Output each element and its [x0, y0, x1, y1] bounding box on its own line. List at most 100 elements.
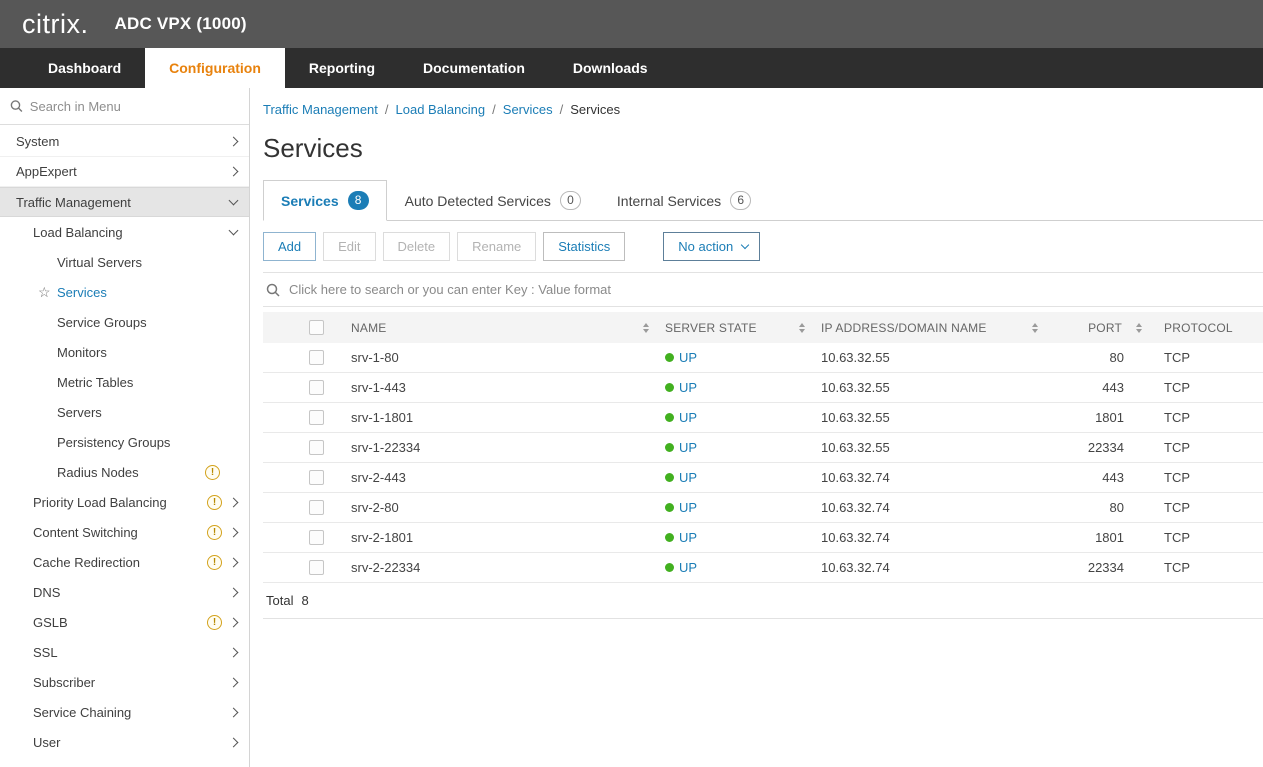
sidebar-item-cache-redirection[interactable]: Cache Redirection!: [0, 547, 249, 577]
sidebar-item-icons: !: [207, 555, 237, 570]
table-search[interactable]: Click here to search or you can enter Ke…: [263, 273, 1263, 307]
sidebar-item-ssl[interactable]: SSL: [0, 637, 249, 667]
sort-icon[interactable]: [643, 323, 649, 333]
table-row[interactable]: srv-1-443UP10.63.32.55443TCP: [263, 373, 1263, 403]
sort-icon[interactable]: [799, 323, 805, 333]
breadcrumb-link-traffic-management[interactable]: Traffic Management: [263, 102, 378, 117]
cell-ip-address: 10.63.32.55: [821, 410, 1054, 425]
table-row[interactable]: srv-2-443UP10.63.32.74443TCP: [263, 463, 1263, 493]
sidebar-search[interactable]: [0, 88, 249, 125]
table-row[interactable]: srv-2-80UP10.63.32.7480TCP: [263, 493, 1263, 523]
table-row[interactable]: srv-2-22334UP10.63.32.7422334TCP: [263, 553, 1263, 583]
row-checkbox[interactable]: [309, 560, 324, 575]
sidebar-item-gslb[interactable]: GSLB!: [0, 607, 249, 637]
sidebar-item-subscriber[interactable]: Subscriber: [0, 667, 249, 697]
sidebar-item-label: Persistency Groups: [57, 435, 170, 450]
nav-tab-reporting[interactable]: Reporting: [285, 48, 399, 88]
sidebar-item-persistency-groups[interactable]: Persistency Groups: [0, 427, 249, 457]
row-checkbox[interactable]: [309, 380, 324, 395]
server-state-label[interactable]: UP: [679, 560, 697, 575]
sidebar-item-dns[interactable]: DNS: [0, 577, 249, 607]
cell-port: 22334: [1054, 440, 1154, 455]
chevron-right-icon: [229, 617, 239, 627]
cell-port: 80: [1054, 350, 1154, 365]
add-button[interactable]: Add: [263, 232, 316, 261]
cell-server-state: UP: [665, 500, 821, 515]
server-state-label[interactable]: UP: [679, 380, 697, 395]
breadcrumb-link-load-balancing[interactable]: Load Balancing: [396, 102, 486, 117]
server-state-label[interactable]: UP: [679, 350, 697, 365]
server-state-label[interactable]: UP: [679, 440, 697, 455]
table-row[interactable]: srv-2-1801UP10.63.32.741801TCP: [263, 523, 1263, 553]
row-checkbox[interactable]: [309, 530, 324, 545]
tab-internal-services[interactable]: Internal Services6: [599, 180, 769, 221]
chevron-right-icon: [229, 707, 239, 717]
sidebar-item-services[interactable]: ☆Services: [0, 277, 249, 307]
sidebar-item-service-chaining[interactable]: Service Chaining: [0, 697, 249, 727]
server-state-label[interactable]: UP: [679, 530, 697, 545]
sidebar-search-input[interactable]: [30, 99, 239, 114]
sort-icon[interactable]: [1032, 323, 1038, 333]
edit-button[interactable]: Edit: [323, 232, 375, 261]
tab-count-badge: 0: [560, 191, 581, 210]
sidebar-item-load-balancing[interactable]: Load Balancing: [0, 217, 249, 247]
sidebar-item-system[interactable]: System: [0, 127, 249, 157]
sidebar-item-radius-nodes[interactable]: Radius Nodes!: [0, 457, 249, 487]
sidebar-item-monitors[interactable]: Monitors: [0, 337, 249, 367]
tab-auto-detected-services[interactable]: Auto Detected Services0: [387, 180, 599, 221]
column-header-server-state[interactable]: SERVER STATE: [665, 321, 757, 335]
sidebar-item-service-groups[interactable]: Service Groups: [0, 307, 249, 337]
sidebar-item-appexpert[interactable]: AppExpert: [0, 157, 249, 187]
sidebar-item-icons: [230, 138, 237, 145]
sidebar-item-priority-load-balancing[interactable]: Priority Load Balancing!: [0, 487, 249, 517]
rename-button[interactable]: Rename: [457, 232, 536, 261]
nav-tab-downloads[interactable]: Downloads: [549, 48, 672, 88]
sidebar-item-label: User: [33, 735, 60, 750]
row-checkbox-cell: [263, 530, 351, 545]
row-checkbox[interactable]: [309, 500, 324, 515]
row-checkbox-cell: [263, 380, 351, 395]
row-checkbox[interactable]: [309, 410, 324, 425]
row-checkbox[interactable]: [309, 440, 324, 455]
sidebar-item-virtual-servers[interactable]: Virtual Servers: [0, 247, 249, 277]
sort-icon[interactable]: [1136, 323, 1142, 333]
sidebar-item-user[interactable]: User: [0, 727, 249, 757]
breadcrumb-link-services[interactable]: Services: [503, 102, 553, 117]
status-up-dot-icon: [665, 563, 674, 572]
nav-tab-documentation[interactable]: Documentation: [399, 48, 549, 88]
sidebar-item-servers[interactable]: Servers: [0, 397, 249, 427]
column-header-name[interactable]: NAME: [351, 321, 386, 335]
table-row[interactable]: srv-1-1801UP10.63.32.551801TCP: [263, 403, 1263, 433]
sidebar-item-metric-tables[interactable]: Metric Tables: [0, 367, 249, 397]
table-row[interactable]: srv-1-80UP10.63.32.5580TCP: [263, 343, 1263, 373]
table-row[interactable]: srv-1-22334UP10.63.32.5522334TCP: [263, 433, 1263, 463]
select-all-checkbox[interactable]: [309, 320, 324, 335]
tab-services[interactable]: Services8: [263, 180, 387, 221]
server-state-label[interactable]: UP: [679, 470, 697, 485]
cell-ip-address: 10.63.32.74: [821, 560, 1054, 575]
column-header-ip-address[interactable]: IP ADDRESS/DOMAIN NAME: [821, 321, 987, 335]
breadcrumb-current: Services: [570, 102, 620, 117]
cell-server-state: UP: [665, 380, 821, 395]
server-state-label[interactable]: UP: [679, 410, 697, 425]
row-checkbox[interactable]: [309, 470, 324, 485]
cell-protocol: TCP: [1154, 470, 1263, 485]
app-title: ADC VPX (1000): [115, 14, 247, 34]
delete-button[interactable]: Delete: [383, 232, 451, 261]
column-header-port[interactable]: PORT: [1088, 321, 1122, 335]
sidebar-item-label: DNS: [33, 585, 60, 600]
no-action-dropdown[interactable]: No action: [663, 232, 760, 261]
nav-tab-configuration[interactable]: Configuration: [145, 48, 285, 88]
warning-icon: !: [205, 465, 220, 480]
server-state-label[interactable]: UP: [679, 500, 697, 515]
sidebar-item-icons: [230, 230, 237, 234]
sidebar-item-traffic-management[interactable]: Traffic Management: [0, 187, 249, 217]
sidebar-item-icons: !: [207, 495, 237, 510]
column-header-protocol[interactable]: PROTOCOL: [1164, 321, 1233, 335]
sidebar-item-label: SSL: [33, 645, 58, 660]
sidebar-item-content-switching[interactable]: Content Switching!: [0, 517, 249, 547]
chevron-right-icon: [229, 557, 239, 567]
row-checkbox[interactable]: [309, 350, 324, 365]
statistics-button[interactable]: Statistics: [543, 232, 625, 261]
nav-tab-dashboard[interactable]: Dashboard: [24, 48, 145, 88]
